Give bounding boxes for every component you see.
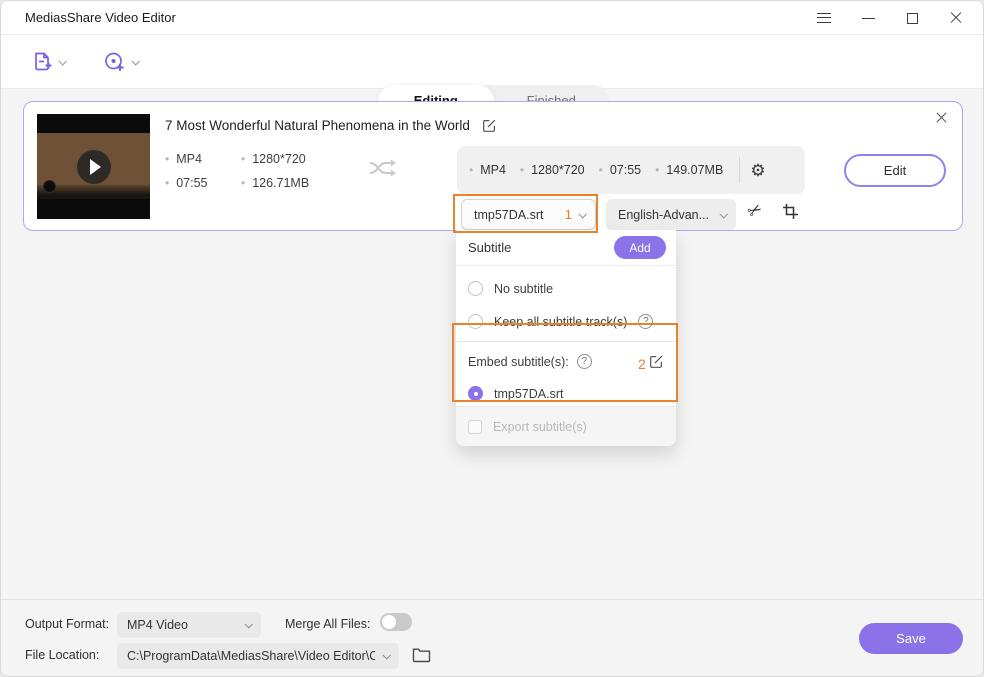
help-icon[interactable] [638, 314, 653, 329]
minimize-icon [862, 18, 875, 19]
output-format: MP4 [469, 163, 506, 177]
app-window: MediasShare Video Editor [0, 0, 984, 677]
chevron-down-icon [382, 651, 390, 659]
radio-keep-all[interactable] [468, 314, 483, 329]
add-dvd-button[interactable] [103, 35, 138, 89]
file-location-dropdown[interactable]: C:\ProgramData\MediasShare\Video Editor\… [117, 643, 399, 669]
subtitle-file-value: tmp57DA.srt [474, 208, 565, 222]
radio-embed-track-selected[interactable] [468, 386, 483, 401]
subtitle-panel: Subtitle Add No subtitle Keep all subtit… [456, 230, 676, 446]
app-title: MediasShare Video Editor [25, 10, 176, 25]
radio-no-subtitle[interactable] [468, 281, 483, 296]
callout-number-2: 2 [638, 356, 646, 372]
option-no-subtitle[interactable]: No subtitle [456, 272, 676, 305]
gear-icon[interactable]: ⚙ [750, 162, 765, 179]
export-subtitle-checkbox[interactable] [468, 420, 482, 434]
thumbnail-watermark [43, 180, 56, 193]
video-thumbnail[interactable] [37, 114, 150, 219]
chevron-down-icon [244, 620, 252, 628]
output-duration: 07:55 [599, 163, 641, 177]
hamburger-icon [817, 13, 831, 23]
video-title: 7 Most Wonderful Natural Phenomena in th… [165, 118, 470, 133]
subtitle-file-dropdown[interactable]: tmp57DA.srt 1 [461, 199, 596, 230]
add-subtitle-button[interactable]: Add [614, 236, 666, 259]
rename-icon[interactable] [482, 118, 497, 133]
remove-video-icon[interactable] [936, 112, 948, 124]
subtitle-panel-title: Subtitle [468, 240, 511, 255]
source-resolution: 1280*720 [241, 152, 309, 166]
output-format-label: Output Format: [25, 617, 109, 631]
open-folder-icon[interactable] [412, 646, 431, 663]
edit-video-button[interactable]: Edit [844, 154, 946, 187]
output-format-dropdown[interactable]: MP4 Video [117, 612, 261, 638]
source-metadata: MP4 1280*720 07:55 126.71MB [165, 152, 309, 190]
title-bar: MediasShare Video Editor [1, 1, 983, 35]
edit-subtitle-icon[interactable] [649, 354, 664, 369]
convert-arrows-icon [366, 156, 402, 180]
close-icon [950, 12, 962, 24]
crop-icon[interactable] [782, 203, 799, 220]
subtitle-panel-header: Subtitle Add [456, 230, 676, 266]
output-size: 149.07MB [655, 163, 723, 177]
option-keep-all-subtitles[interactable]: Keep all subtitle track(s) [456, 305, 676, 338]
output-metadata: MP4 1280*720 07:55 149.07MB ⚙ [457, 146, 805, 194]
callout-number-1: 1 [565, 207, 572, 222]
toggle-knob [382, 615, 396, 629]
play-icon[interactable] [77, 150, 111, 184]
video-item-card: 7 Most Wonderful Natural Phenomena in th… [23, 101, 963, 231]
toolbar: Editing Finished [1, 35, 983, 89]
menu-button[interactable] [809, 5, 839, 31]
merge-all-files-label: Merge All Files: [285, 617, 370, 631]
source-format: MP4 [165, 152, 241, 166]
source-size: 126.71MB [241, 176, 309, 190]
file-location-label: File Location: [25, 648, 99, 662]
chevron-down-icon [58, 57, 66, 65]
subtitle-language-dropdown[interactable]: English-Advan... [606, 199, 736, 230]
close-button[interactable] [941, 5, 971, 31]
chevron-down-icon [131, 57, 139, 65]
chevron-down-icon [719, 210, 727, 218]
merge-toggle[interactable] [380, 613, 412, 631]
window-controls [809, 1, 971, 35]
maximize-icon [907, 13, 918, 24]
footer-bar: Output Format: MP4 Video Merge All Files… [1, 599, 983, 676]
output-resolution: 1280*720 [520, 163, 585, 177]
trim-icon[interactable] [744, 199, 766, 223]
help-icon[interactable] [577, 354, 592, 369]
source-duration: 07:55 [165, 176, 241, 190]
add-file-button[interactable] [31, 35, 65, 89]
maximize-button[interactable] [897, 5, 927, 31]
language-value: English-Advan... [618, 208, 709, 222]
minimize-button[interactable] [853, 5, 883, 31]
add-dvd-icon [103, 51, 126, 74]
chevron-down-icon [578, 210, 586, 218]
save-button[interactable]: Save [859, 623, 963, 654]
divider [739, 157, 740, 183]
add-file-icon [31, 51, 53, 73]
export-subtitle-section: Export subtitle(s) [456, 406, 676, 446]
